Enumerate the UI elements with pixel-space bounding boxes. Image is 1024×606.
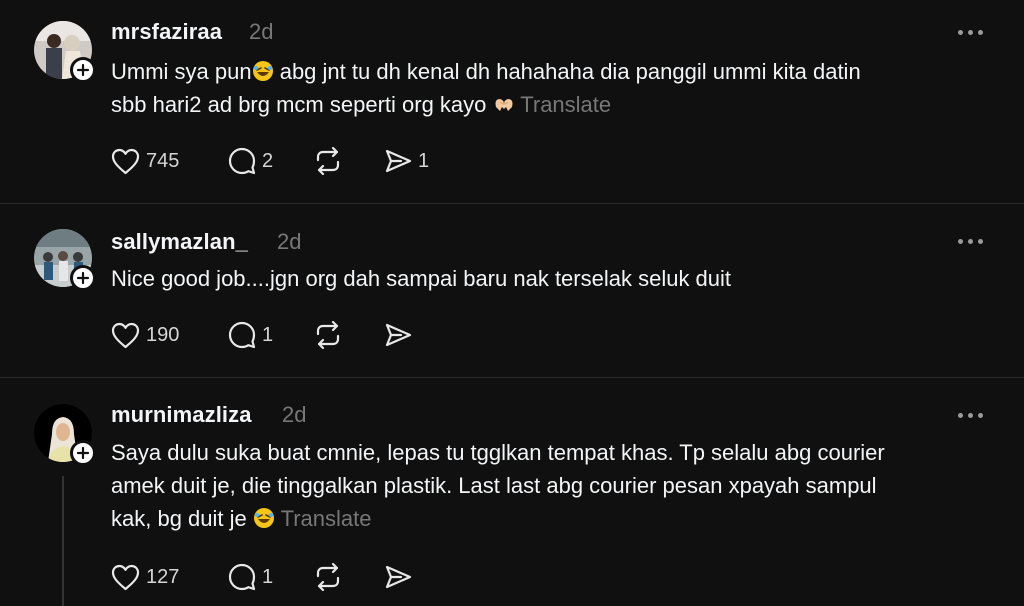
avatar[interactable] [34,404,96,466]
like-count: 745 [146,149,180,172]
reply-button[interactable]: 2 [228,146,273,176]
timestamp: 2d [277,229,302,254]
username[interactable]: sallymazlan_ [111,229,248,255]
reply-count: 1 [262,565,274,588]
reply-count: 2 [262,149,274,172]
repost-button[interactable] [314,562,342,592]
comment-bubble-icon [228,147,256,175]
comment-bubble-icon [228,321,256,349]
heart-icon [111,322,140,348]
comment-text-part: abg jnt tu dh kenal dh hahahaha dia pang… [273,59,861,84]
reply-count: 1 [262,323,274,346]
like-button[interactable]: 190 [111,320,179,350]
like-button[interactable]: 745 [111,146,179,176]
comment-bubble-icon [228,563,256,591]
timestamp: 2d [282,402,307,427]
comment-text-part: kak, bg duit je [111,506,247,531]
repost-button[interactable] [314,146,342,176]
comment-text: Ummi sya pun abg jnt tu dh kenal dh haha… [111,55,991,121]
share-count: 1 [418,149,430,172]
divider [0,377,1024,378]
translate-link[interactable]: Translate [520,92,611,117]
follow-plus-icon[interactable] [70,265,96,291]
more-options-icon[interactable] [958,409,990,421]
comment-text-part: sbb hari2 ad brg mcm seperti org kayo [111,92,487,117]
comment-text-part: Saya dulu suka buat cmnie, lepas tu tggl… [111,440,885,465]
translate-link[interactable]: Translate [281,506,372,531]
send-icon [385,565,412,589]
heart-hands-emoji-icon [495,99,513,111]
share-button[interactable] [384,562,412,592]
follow-plus-icon[interactable] [70,57,96,83]
divider [0,203,1024,204]
heart-icon [111,564,140,590]
repost-icon [316,147,340,175]
avatar[interactable] [34,21,96,83]
avatar[interactable] [34,229,96,291]
rofl-emoji-icon [253,508,274,528]
like-button[interactable]: 127 [111,562,179,592]
more-options-icon[interactable] [958,235,990,247]
thread-line [62,476,64,606]
like-count: 190 [146,323,180,346]
comment-text-part: Nice good job....jgn org dah sampai baru… [111,266,732,291]
repost-icon [316,563,340,591]
follow-plus-icon[interactable] [70,440,96,466]
repost-icon [316,321,340,349]
timestamp: 2d [249,19,274,44]
send-icon [385,323,412,347]
rofl-emoji-icon [252,61,273,81]
heart-icon [111,148,140,174]
reply-button[interactable]: 1 [228,320,273,350]
username[interactable]: mrsfaziraa [111,19,222,45]
more-options-icon[interactable] [958,26,990,38]
comment-text: Nice good job....jgn org dah sampai baru… [111,262,991,295]
comment-text-part: amek duit je, die tinggalkan plastik. La… [111,473,877,498]
send-icon [385,149,412,173]
repost-button[interactable] [314,320,342,350]
share-button[interactable]: 1 [384,146,429,176]
reply-button[interactable]: 1 [228,562,273,592]
username[interactable]: murnimazliza [111,402,252,428]
comment-text-part: Ummi sya pun [111,59,252,84]
share-button[interactable] [384,320,412,350]
comment-text: Saya dulu suka buat cmnie, lepas tu tggl… [111,436,991,535]
like-count: 127 [146,565,180,588]
